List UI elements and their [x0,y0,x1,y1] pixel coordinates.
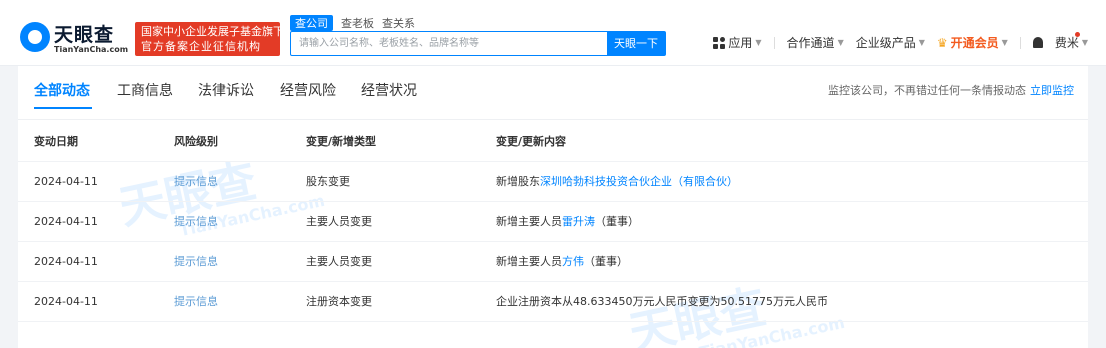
table-row: 2024-04-11 提示信息 股东变更 新增股东深圳哈勃科技投资合伙企业（有限… [18,161,1088,202]
divider [773,36,775,49]
row-content: 企业注册资本从48.633450万元人民币变更为50.51775万元人民币 [496,281,1088,322]
nav-channel[interactable]: 合作通道 ▼ [787,34,844,51]
person-link[interactable]: 方伟 [562,255,584,268]
search-input[interactable] [291,32,607,55]
header-content: 变更/更新内容 [496,121,1088,162]
content-prefix: 新增股东 [496,175,540,188]
dynamics-table: 变动日期 风险级别 变更/新增类型 变更/更新内容 2024-04-11 提示信… [18,121,1088,322]
official-badge: 国家中小企业发展子基金旗下 官方备案企业征信机构 [135,22,284,56]
nav-channel-label: 合作通道 [786,36,835,50]
logo-subtext: TianYanCha.com [54,45,129,54]
search-button[interactable]: 天眼一下 [607,32,665,55]
tab-search-relation[interactable]: 查关系 [382,15,415,31]
chevron-down-icon: ▼ [837,38,844,47]
nav-enterprise[interactable]: 企业级产品 ▼ [856,34,925,51]
table-row: 2024-04-11 提示信息 注册资本变更 企业注册资本从48.633450万… [18,281,1088,322]
shareholder-link[interactable]: 深圳哈勃科技投资合伙企业（有限合伙） [540,175,738,188]
bell-icon[interactable] [1032,37,1043,48]
chevron-down-icon: ▼ [918,38,925,47]
dynamics-panel: 天眼查 TianYanCha.com 天眼查 TianYanCha.com 全部… [18,66,1088,348]
row-date: 2024-04-11 [18,201,174,242]
tab-all-dynamics[interactable]: 全部动态 [34,80,90,100]
chevron-down-icon: ▼ [755,38,762,47]
apps-grid-icon [713,36,726,49]
search-box: 天眼一下 [290,31,666,56]
chevron-down-icon: ▼ [1001,38,1008,47]
header-risk: 风险级别 [174,121,306,162]
search-type-tabs: 查公司 查老板 查关系 [290,15,423,31]
nav-apps-label: 应用 [728,36,753,50]
monitor-link[interactable]: 立即监控 [1030,84,1074,97]
risk-level-link[interactable]: 提示信息 [174,175,218,188]
row-type: 股东变更 [306,161,496,202]
tab-operating-risk[interactable]: 经营风险 [280,80,336,100]
table-header-row: 变动日期 风险级别 变更/新增类型 变更/更新内容 [18,121,1088,162]
tab-business-info[interactable]: 工商信息 [117,80,173,100]
nav-vip-label: 开通会员 [950,36,999,50]
row-type: 主要人员变更 [306,241,496,282]
nav-user[interactable]: 费米 ▼ [1055,32,1088,51]
divider [1019,36,1021,49]
logo-icon [20,22,50,52]
row-type: 注册资本变更 [306,281,496,322]
tab-operating-status[interactable]: 经营状况 [361,80,417,100]
risk-level-link[interactable]: 提示信息 [174,255,218,268]
dynamics-tabs: 全部动态 工商信息 法律诉讼 经营风险 经营状况 监控该公司，不再错过任何一条情… [18,66,1088,120]
tab-search-boss[interactable]: 查老板 [341,15,374,31]
header-date: 变动日期 [18,121,174,162]
nav-vip[interactable]: ♛ 开通会员 ▼ [937,34,1008,51]
person-link[interactable]: 雷升涛 [562,215,595,228]
row-date: 2024-04-11 [18,161,174,202]
header-type: 变更/新增类型 [306,121,496,162]
row-content: 新增主要人员方伟（董事） [496,241,1088,282]
content-prefix: 新增主要人员 [496,215,562,228]
badge-line-1: 国家中小企业发展子基金旗下 [141,25,284,38]
content-prefix: 新增主要人员 [496,255,562,268]
tab-search-company[interactable]: 查公司 [290,15,333,31]
row-date: 2024-04-11 [18,241,174,282]
active-tab-indicator [34,107,92,109]
header-nav: 应用 ▼ 合作通道 ▼ 企业级产品 ▼ ♛ 开通会员 ▼ 费米 ▼ [713,32,1088,51]
row-content: 新增股东深圳哈勃科技投资合伙企业（有限合伙） [496,161,1088,202]
tab-litigation[interactable]: 法律诉讼 [198,80,254,100]
risk-level-link[interactable]: 提示信息 [174,295,218,308]
table-row: 2024-04-11 提示信息 主要人员变更 新增主要人员雷升涛（董事） [18,201,1088,242]
logo[interactable]: 天眼查 TianYanCha.com [20,20,130,54]
risk-level-link[interactable]: 提示信息 [174,215,218,228]
content-suffix: （董事） [584,255,628,268]
row-type: 主要人员变更 [306,201,496,242]
notification-dot [1075,32,1080,37]
crown-icon: ♛ [936,35,948,50]
table-row: 2024-04-11 提示信息 主要人员变更 新增主要人员方伟（董事） [18,241,1088,282]
badge-line-2: 官方备案企业征信机构 [141,40,261,53]
row-date: 2024-04-11 [18,281,174,322]
top-header: 天眼查 TianYanCha.com 国家中小企业发展子基金旗下 官方备案企业征… [0,0,1106,66]
logo-text: 天眼查 [54,24,115,46]
content-suffix: （董事） [595,215,639,228]
monitor-prompt: 监控该公司，不再错过任何一条情报动态 立即监控 [828,82,1074,98]
nav-enterprise-label: 企业级产品 [855,36,916,50]
row-content: 新增主要人员雷升涛（董事） [496,201,1088,242]
nav-apps[interactable]: 应用 ▼ [713,34,762,51]
monitor-text: 监控该公司，不再错过任何一条情报动态 [828,84,1026,97]
content-prefix: 企业注册资本从48.633450万元人民币变更为50.51775万元人民币 [496,295,828,308]
chevron-down-icon: ▼ [1081,38,1088,47]
